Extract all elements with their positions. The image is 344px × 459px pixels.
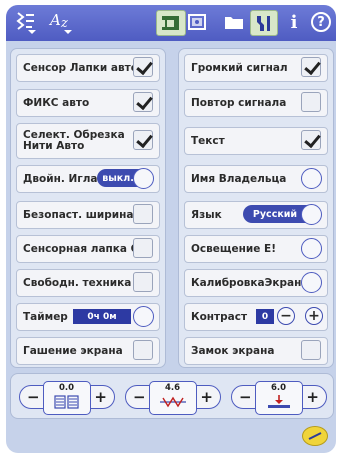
setting-row-fix-auto: ФИКС авто [16,89,160,117]
setting-row-contrast: Контраст 0 − + [184,303,328,331]
language-value[interactable]: Русский [243,205,307,223]
contrast-value: 0 [256,309,274,324]
text-checkbox[interactable] [301,130,321,150]
setting-row-timer: Таймер 0ч 0м [16,303,160,331]
setting-label: Текст [191,134,225,147]
presser-foot-display: 6.0 [255,381,303,415]
fix-auto-checkbox[interactable] [133,92,153,112]
presser-foot-stepper: − + 6.0 [231,381,327,415]
free-motion-checkbox[interactable] [133,272,153,292]
setting-row-twin-needle: Двойн. Игла выкл. [16,165,160,193]
setting-label: Свободн. техника [23,276,132,289]
setting-row-sensor-foot-auto: Сенсор Лапки авто [16,54,160,82]
confirm-icon [308,432,322,440]
repeat-signal-checkbox[interactable] [301,92,321,112]
alphabet-icon[interactable]: A z [46,10,78,34]
setting-label: Повтор сигнала [191,96,287,109]
setting-row-sensor-q-foot: Сенсорная лапка Q [16,235,160,263]
screen-calibration-button[interactable] [301,272,322,293]
setting-label: Освещение E! [191,242,276,255]
setting-row-safety-width: Безопаст. ширина [16,201,160,229]
setting-row-language: Язык Русский [184,201,328,229]
top-toolbar: A z i ? [6,5,336,41]
twin-needle-toggle[interactable] [133,168,154,189]
feed-dog-stepper: − + 0.0 [19,381,115,415]
owner-name-button[interactable] [301,168,322,189]
stitch-balance-stepper: − + 4.6 [125,381,221,415]
svg-text:A: A [48,11,61,29]
setting-label: КалибровкаЭкрана [191,276,309,289]
setting-label: Язык [191,208,222,221]
safety-width-checkbox[interactable] [133,204,153,224]
feed-dog-icon [54,395,79,409]
stitch-menu-icon[interactable] [12,10,42,34]
info-icon[interactable]: i [284,10,304,34]
help-icon[interactable]: ? [309,10,333,34]
contrast-plus-button[interactable]: + [305,307,323,325]
sensor-q-foot-checkbox[interactable] [133,238,153,258]
screen-saver-checkbox[interactable] [133,340,153,360]
confirm-button[interactable] [302,426,328,446]
right-settings-panel: Громкий сигнал Повтор сигнала Текст Имя … [178,48,334,368]
setting-label: Сенсорная лапка Q [23,242,140,255]
setting-row-loud-signal: Громкий сигнал [184,54,328,82]
timer-button[interactable] [133,306,154,327]
feed-dog-display: 0.0 [43,381,91,415]
setting-row-text: Текст [184,127,328,155]
embroidery-mode-icon[interactable] [185,10,209,34]
setting-label: Двойн. Игла [23,172,98,185]
setting-label: Гашение экрана [23,344,123,357]
setting-row-screen-saver: Гашение экрана [16,337,160,365]
setting-row-screen-calibration: КалибровкаЭкрана [184,269,328,297]
setting-label: Замок экрана [191,344,275,357]
sensor-foot-auto-checkbox[interactable] [133,57,153,77]
setting-label: Имя Владельца [191,172,287,185]
help-icon-circle: ? [311,12,331,32]
thread-cutter-auto-checkbox[interactable] [133,130,153,150]
lighting-button[interactable] [301,238,322,259]
adjustment-strip: − + 0.0 − + 4.6 − + 6.0 [10,373,334,419]
contrast-minus-button[interactable]: − [277,307,295,325]
presser-foot-value: 6.0 [270,383,287,393]
stitch-balance-display: 4.6 [149,381,197,415]
setup-menu-icon[interactable] [250,10,278,36]
svg-text:z: z [60,16,68,31]
setup-screen: A z i ? Сенсор Лапки авто ФИКС авто Селе… [6,5,336,453]
presser-foot-icon [268,395,290,408]
setting-row-thread-cutter-auto: Селект. Обрезка Нити Авто [16,123,160,159]
sewing-mode-icon[interactable] [156,10,186,36]
loud-signal-checkbox[interactable] [301,57,321,77]
setting-row-free-motion: Свободн. техника [16,269,160,297]
zigzag-stitch-icon [160,396,186,408]
setting-label: Селект. Обрезка Нити Авто [23,129,125,152]
left-settings-panel: Сенсор Лапки авто ФИКС авто Селект. Обре… [10,48,166,368]
screen-lock-checkbox[interactable] [301,340,321,360]
language-toggle[interactable] [301,204,322,225]
setting-label: Контраст [191,310,248,323]
feed-dog-value: 0.0 [58,383,75,393]
folder-icon[interactable] [223,10,245,34]
setting-row-lighting: Освещение E! [184,235,328,263]
setting-row-owner-name: Имя Владельца [184,165,328,193]
setting-row-screen-lock: Замок экрана [184,337,328,365]
setting-label: Безопаст. ширина [23,208,134,221]
info-icon-label: i [290,11,298,33]
setting-label: Таймер [23,310,68,323]
timer-value: 0ч 0м [73,309,131,324]
setting-label: Громкий сигнал [191,61,288,74]
stitch-balance-value: 4.6 [164,383,181,393]
setting-label: Сенсор Лапки авто [23,61,138,74]
setting-label: ФИКС авто [23,96,90,109]
setting-row-repeat-signal: Повтор сигнала [184,89,328,117]
